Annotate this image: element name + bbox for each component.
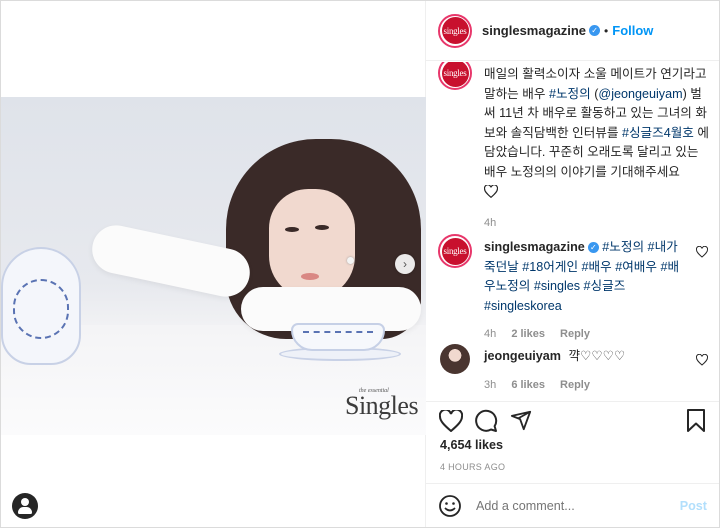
- avatar[interactable]: [440, 344, 470, 374]
- chevron-right-icon[interactable]: ›: [395, 254, 415, 274]
- list-item: singles singlesmagazine ✓ #노정의 #내가죽던날 #18…: [438, 234, 708, 340]
- emoji-icon[interactable]: [438, 494, 462, 518]
- user-icon[interactable]: [12, 493, 38, 519]
- earring: [347, 257, 354, 264]
- heart-icon[interactable]: [696, 354, 708, 366]
- right-eye: [315, 225, 329, 230]
- verified-icon: ✓: [589, 25, 601, 36]
- comments-scroll[interactable]: singles 매일의 활력소이자 소울 메이트가 연기라고 말하는 배우 #노…: [426, 62, 719, 401]
- comment-body: 꺅♡♡♡♡: [568, 349, 626, 363]
- caption-text: 매일의 활력소이자 소울 메이트가 연기라고 말하는 배우 #노정의 (@jeo…: [483, 65, 709, 234]
- comment-meta: 3h 6 likes Reply: [484, 376, 684, 396]
- reply-button[interactable]: Reply: [560, 379, 590, 391]
- hashtag-link[interactable]: #노정의: [549, 87, 591, 101]
- comment-input[interactable]: [476, 498, 680, 513]
- instagram-post-window: › the essential Singles singles singlesm…: [0, 0, 720, 528]
- caption-time: 4h: [484, 217, 497, 230]
- comment-likes[interactable]: 2 likes: [511, 328, 545, 340]
- comment-avatar[interactable]: singles: [438, 234, 472, 268]
- left-eye: [285, 227, 299, 232]
- verified-icon: ✓: [587, 242, 599, 254]
- avatar-logo-text: singles: [441, 62, 469, 87]
- share-icon[interactable]: [510, 409, 532, 431]
- add-comment-bar: Post: [426, 483, 719, 527]
- comment-meta: 4h 2 likes Reply: [484, 325, 684, 345]
- heart-icon[interactable]: [439, 410, 463, 432]
- brand-logo: Singles: [345, 391, 419, 420]
- likes-count[interactable]: 4,654 likes: [440, 438, 503, 452]
- separator-dot: •: [604, 23, 609, 38]
- white-heart-emoji: [483, 183, 709, 205]
- face-shape: [269, 189, 355, 299]
- avatar[interactable]: singles: [438, 13, 472, 48]
- comment-likes[interactable]: 6 likes: [511, 379, 545, 391]
- action-bar: [426, 401, 719, 441]
- comment-text: singlesmagazine ✓ #노정의 #내가죽던날 #18어게인 #배우 …: [484, 238, 684, 345]
- username[interactable]: singlesmagazine: [482, 23, 586, 38]
- post-header: singles singlesmagazine ✓ • Follow: [426, 1, 719, 61]
- post-button[interactable]: Post: [680, 499, 707, 513]
- info-panel: singles singlesmagazine ✓ • Follow singl…: [426, 1, 719, 527]
- comment-time: 4h: [484, 328, 497, 341]
- heart-icon[interactable]: [696, 246, 708, 258]
- reply-button[interactable]: Reply: [560, 328, 590, 340]
- teapot: [1, 247, 81, 365]
- hashtag-link[interactable]: #싱글즈4월호: [622, 126, 694, 140]
- comment-text: jeongeuiyam 꺅♡♡♡♡ 3h 6 likes Reply: [484, 347, 684, 395]
- mention-link[interactable]: @jeongeuiyam: [598, 87, 682, 101]
- media-panel: › the essential Singles: [1, 1, 426, 527]
- caption-avatar[interactable]: singles: [438, 62, 472, 90]
- teacup: [291, 323, 385, 351]
- post-time: 4 HOURS AGO: [440, 462, 506, 472]
- bookmark-icon[interactable]: [686, 409, 706, 433]
- list-item: jeongeuiyam 꺅♡♡♡♡ 3h 6 likes Reply: [438, 344, 708, 394]
- avatar-logo-text: singles: [441, 237, 469, 265]
- comment-time: 3h: [484, 378, 497, 391]
- avatar-logo-text: singles: [441, 17, 469, 44]
- comment-icon[interactable]: [474, 409, 498, 433]
- lips: [301, 273, 319, 280]
- comment-username[interactable]: jeongeuiyam: [484, 349, 561, 363]
- comment-username[interactable]: singlesmagazine: [484, 240, 585, 254]
- follow-button[interactable]: Follow: [612, 23, 653, 38]
- post-photo[interactable]: › the essential Singles: [1, 97, 426, 435]
